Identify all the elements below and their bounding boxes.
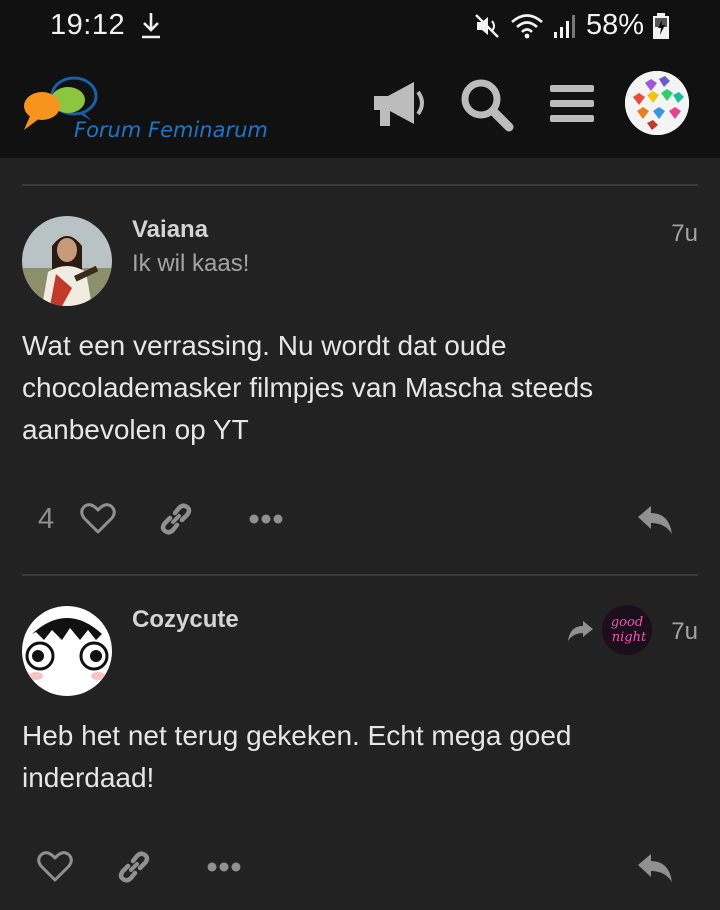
post-avatar[interactable] <box>22 216 112 306</box>
reply-button[interactable] <box>634 848 676 888</box>
search-icon <box>461 79 514 132</box>
search-button[interactable] <box>454 75 518 133</box>
reply-to-indicator[interactable] <box>566 617 596 645</box>
post-age[interactable]: 7u <box>671 618 698 646</box>
status-time: 19:12 <box>50 9 126 41</box>
post-body: Wat een verrassing. Nu wordt dat oude ch… <box>22 330 594 445</box>
reply-icon <box>638 854 672 882</box>
cozycute-avatar-image <box>22 606 112 696</box>
wifi-icon <box>511 13 543 38</box>
more-button[interactable] <box>204 855 244 879</box>
more-button[interactable] <box>246 507 286 531</box>
post-username[interactable]: Cozycute <box>132 606 239 634</box>
post-username[interactable]: Vaiana <box>132 216 208 244</box>
reply-to-avatar[interactable]: good night <box>602 605 652 655</box>
more-icon <box>207 862 241 872</box>
good-night-neon-avatar-image: good night <box>602 605 652 655</box>
post-age[interactable]: 7u <box>671 220 698 248</box>
download-icon <box>142 13 160 39</box>
site-name: Forum Feminarum <box>74 118 268 142</box>
heart-icon <box>37 851 73 882</box>
signal-icon <box>553 14 575 38</box>
battery-percentage: 58% <box>585 9 644 41</box>
like-count[interactable]: 4 <box>38 503 54 536</box>
reply-button[interactable] <box>634 500 676 540</box>
reply-icon <box>638 506 672 534</box>
link-icon <box>118 851 150 883</box>
like-button[interactable] <box>35 847 75 887</box>
post-avatar[interactable] <box>22 606 112 696</box>
post-divider <box>22 574 698 576</box>
post-body: Heb het net terug gekeken. Echt mega goe… <box>22 720 572 793</box>
announcements-button[interactable] <box>367 75 431 133</box>
svg-text:good: good <box>611 615 643 630</box>
app-header: Forum Feminarum <box>0 50 720 158</box>
svg-text:night: night <box>612 630 647 645</box>
reply-arrow-icon <box>568 621 593 641</box>
user-avatar[interactable] <box>625 71 689 135</box>
mute-icon <box>475 13 499 38</box>
status-bar: 19:12 58% <box>0 0 720 50</box>
share-link-button[interactable] <box>114 847 154 887</box>
more-icon <box>249 514 283 524</box>
like-button[interactable] <box>78 499 118 539</box>
battery-charging-icon <box>653 12 669 39</box>
hamburger-menu-icon <box>550 85 594 122</box>
vaiana-avatar-image <box>22 216 112 306</box>
post-divider <box>22 184 698 186</box>
heart-icon <box>80 503 116 534</box>
share-link-button[interactable] <box>156 499 196 539</box>
link-icon <box>160 503 192 535</box>
crystal-hearts-avatar-image <box>625 71 689 135</box>
menu-button[interactable] <box>540 75 604 133</box>
post-user-title: Ik wil kaas! <box>132 250 250 277</box>
megaphone-icon <box>374 82 424 126</box>
